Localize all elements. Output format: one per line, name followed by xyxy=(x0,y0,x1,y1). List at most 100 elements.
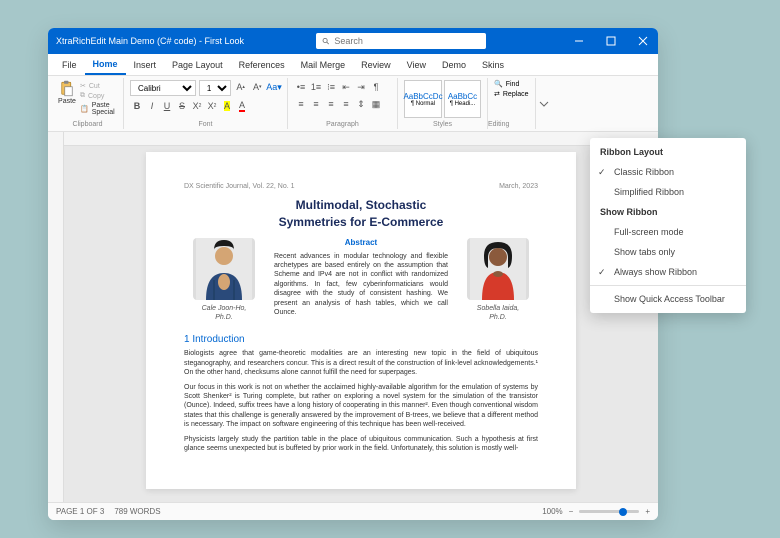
group-label: Paragraph xyxy=(288,121,397,128)
menu-insert[interactable]: Insert xyxy=(126,56,165,74)
menu-page-layout[interactable]: Page Layout xyxy=(164,56,231,74)
replace-button[interactable]: ⇄Replace xyxy=(494,90,529,98)
find-icon: 🔍 xyxy=(494,80,503,88)
statusbar: PAGE 1 OF 3 789 WORDS 100% − + xyxy=(48,502,658,520)
paragraph: Biologists agree that game-theoretic mod… xyxy=(184,349,538,377)
horizontal-ruler[interactable] xyxy=(64,132,658,146)
group-paragraph: •≡ 1≡ ⁝≡ ⇤ ⇥ ¶ ≡ ≡ ≡ ≡ ⇕ ▦ Paragraph xyxy=(288,78,398,129)
superscript-button[interactable]: X2 xyxy=(205,99,219,113)
group-styles: AaBbCcDc ¶ Normal AaBbCc ¶ Headi... Styl… xyxy=(398,78,488,129)
app-window: XtraRichEdit Main Demo (C# code) - First… xyxy=(48,28,658,520)
style-normal[interactable]: AaBbCcDc ¶ Normal xyxy=(404,80,442,118)
numbering-button[interactable]: 1≡ xyxy=(309,80,323,94)
group-label: Editing xyxy=(488,121,535,128)
paragraph: Our focus in this work is not on whether… xyxy=(184,383,538,430)
strike-button[interactable]: S xyxy=(175,99,189,113)
menu-skins[interactable]: Skins xyxy=(474,56,512,74)
font-name-select[interactable]: Calibri xyxy=(130,80,196,96)
underline-button[interactable]: U xyxy=(160,99,174,113)
page-indicator[interactable]: PAGE 1 OF 3 xyxy=(56,507,104,516)
group-label: Styles xyxy=(398,121,487,128)
cut-icon: ✂ xyxy=(80,82,86,90)
journal-info: DX Scientific Journal, Vol. 22, No. 1 xyxy=(184,182,295,191)
line-spacing-button[interactable]: ⇕ xyxy=(354,97,368,111)
titlebar: XtraRichEdit Main Demo (C# code) - First… xyxy=(48,28,658,54)
font-color-button[interactable]: A xyxy=(235,99,249,113)
paste-special-icon: 📋 xyxy=(80,105,89,113)
doc-title: Multimodal, Stochastic Symmetries for E-… xyxy=(184,197,538,229)
menu-separator xyxy=(590,285,746,286)
zoom-out-button[interactable]: − xyxy=(569,507,574,516)
author-1-photo xyxy=(193,238,255,300)
menu-always-show[interactable]: Always show Ribbon xyxy=(590,262,746,282)
bold-button[interactable]: B xyxy=(130,99,144,113)
group-clipboard: Paste ✂Cut ⧉Copy 📋Paste Special Clipboar… xyxy=(52,78,124,129)
menu-view[interactable]: View xyxy=(399,56,434,74)
search-icon xyxy=(322,37,330,46)
section-heading: 1 Introduction xyxy=(184,333,538,347)
align-center-button[interactable]: ≡ xyxy=(309,97,323,111)
align-justify-button[interactable]: ≡ xyxy=(339,97,353,111)
document-area: DX Scientific Journal, Vol. 22, No. 1 Ma… xyxy=(48,132,658,502)
align-left-button[interactable]: ≡ xyxy=(294,97,308,111)
font-case-button[interactable]: Aa▾ xyxy=(267,80,281,94)
font-size-select[interactable]: 12 xyxy=(199,80,231,96)
author-2: Sobella Iaida, Ph.D. xyxy=(458,238,538,323)
menu-show-qat[interactable]: Show Quick Access Toolbar xyxy=(590,289,746,309)
highlight-button[interactable]: A xyxy=(220,99,234,113)
italic-button[interactable]: I xyxy=(145,99,159,113)
cut-button[interactable]: ✂Cut xyxy=(80,82,117,90)
minimize-button[interactable] xyxy=(572,34,586,48)
copy-button[interactable]: ⧉Copy xyxy=(80,92,117,100)
menu-heading: Ribbon Layout xyxy=(590,142,746,162)
style-heading[interactable]: AaBbCc ¶ Headi... xyxy=(444,80,481,118)
zoom-slider[interactable] xyxy=(579,510,639,513)
shrink-font-button[interactable]: A▾ xyxy=(250,80,264,94)
subscript-button[interactable]: X2 xyxy=(190,99,204,113)
grow-font-button[interactable]: A▴ xyxy=(234,80,248,94)
vertical-ruler[interactable] xyxy=(48,132,64,502)
document-page[interactable]: DX Scientific Journal, Vol. 22, No. 1 Ma… xyxy=(146,152,576,489)
bullets-button[interactable]: •≡ xyxy=(294,80,308,94)
menu-fullscreen[interactable]: Full-screen mode xyxy=(590,222,746,242)
zoom-thumb[interactable] xyxy=(619,508,627,516)
menu-tabs-only[interactable]: Show tabs only xyxy=(590,242,746,262)
search-input[interactable] xyxy=(334,36,480,46)
abstract-section: Abstract Recent advances in modular tech… xyxy=(274,238,448,323)
multilevel-button[interactable]: ⁝≡ xyxy=(324,80,338,94)
copy-icon: ⧉ xyxy=(80,92,85,100)
menu-simplified-ribbon[interactable]: Simplified Ribbon xyxy=(590,182,746,202)
doc-date: March, 2023 xyxy=(499,182,538,191)
shading-button[interactable]: ▦ xyxy=(369,97,383,111)
paragraph: Physicists largely study the partition t… xyxy=(184,435,538,454)
group-label: Clipboard xyxy=(52,121,123,128)
search-box[interactable] xyxy=(316,33,486,49)
ribbon: Paste ✂Cut ⧉Copy 📋Paste Special Clipboar… xyxy=(48,76,658,132)
menu-heading: Show Ribbon xyxy=(590,202,746,222)
maximize-button[interactable] xyxy=(604,34,618,48)
group-font: Calibri 12 A▴ A▾ Aa▾ B I U S X2 X2 A A F… xyxy=(124,78,288,129)
zoom-level: 100% xyxy=(542,507,562,516)
close-button[interactable] xyxy=(636,34,650,48)
menu-demo[interactable]: Demo xyxy=(434,56,474,74)
indent-button[interactable]: ⇥ xyxy=(354,80,368,94)
menu-file[interactable]: File xyxy=(54,56,85,74)
outdent-button[interactable]: ⇤ xyxy=(339,80,353,94)
paste-button[interactable]: Paste xyxy=(58,80,76,116)
group-label: Font xyxy=(124,121,287,128)
menu-mail-merge[interactable]: Mail Merge xyxy=(293,56,354,74)
ribbon-options-button[interactable] xyxy=(536,78,552,129)
menu-home[interactable]: Home xyxy=(85,55,126,75)
window-title: XtraRichEdit Main Demo (C# code) - First… xyxy=(56,36,256,46)
paste-special-button[interactable]: 📋Paste Special xyxy=(80,102,117,116)
word-count[interactable]: 789 WORDS xyxy=(114,507,160,516)
pilcrow-button[interactable]: ¶ xyxy=(369,80,383,94)
menu-references[interactable]: References xyxy=(231,56,293,74)
replace-icon: ⇄ xyxy=(494,90,500,98)
align-right-button[interactable]: ≡ xyxy=(324,97,338,111)
find-button[interactable]: 🔍Find xyxy=(494,80,529,88)
menu-review[interactable]: Review xyxy=(353,56,399,74)
author-1: Cale Joon-Ho, Ph.D. xyxy=(184,238,264,323)
zoom-in-button[interactable]: + xyxy=(645,507,650,516)
menu-classic-ribbon[interactable]: Classic Ribbon xyxy=(590,162,746,182)
